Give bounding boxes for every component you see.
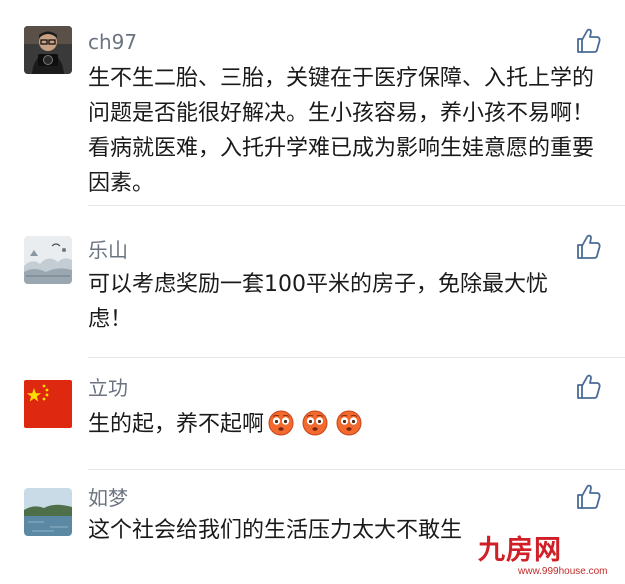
comment-item: ch97 生不生二胎、三胎，关键在于医疗保障、入托上学的问题是否能很好解决。生小… xyxy=(0,0,625,206)
snowy-landscape-icon xyxy=(24,236,72,284)
chinese-flag-icon xyxy=(24,380,72,428)
comment-text-content: 生的起，养不起啊 xyxy=(88,412,265,437)
thumbs-up-icon[interactable] xyxy=(572,26,602,56)
avatar[interactable] xyxy=(24,380,72,428)
comment-author[interactable]: ch97 xyxy=(88,30,137,54)
comment-text: 生的起，养不起啊 xyxy=(88,407,598,442)
comment-author[interactable]: 立功 xyxy=(88,376,128,400)
comment-item: 立功 生的起，养不起啊 xyxy=(0,358,625,470)
avatar[interactable] xyxy=(24,26,72,74)
comment-author[interactable]: 如梦 xyxy=(88,486,128,510)
watermark-url: www.999house.com xyxy=(518,566,608,577)
person-with-camera-icon xyxy=(24,26,72,74)
comment-item: 乐山 可以考虑奖励一套100平米的房子，免除最大忧虑！ xyxy=(0,206,625,358)
flushed-face-icon xyxy=(336,410,362,436)
flushed-face-icon xyxy=(268,410,294,436)
comment-author[interactable]: 乐山 xyxy=(88,238,128,262)
thumbs-up-icon[interactable] xyxy=(572,372,602,402)
comment-text: 可以考虑奖励一套100平米的房子，免除最大忧虑！ xyxy=(88,272,548,332)
thumbs-up-icon[interactable] xyxy=(572,482,602,512)
lake-scenery-icon xyxy=(24,488,72,536)
comment-text: 生不生二胎、三胎，关键在于医疗保障、入托上学的问题是否能很好解决。生小孩容易，养… xyxy=(88,66,595,196)
thumbs-up-icon[interactable] xyxy=(572,232,602,262)
watermark-logo: 九房网 www.999house.com xyxy=(478,536,618,578)
flushed-face-icon xyxy=(302,410,328,436)
watermark-title: 九房网 xyxy=(478,535,562,566)
avatar[interactable] xyxy=(24,236,72,284)
avatar[interactable] xyxy=(24,488,72,536)
